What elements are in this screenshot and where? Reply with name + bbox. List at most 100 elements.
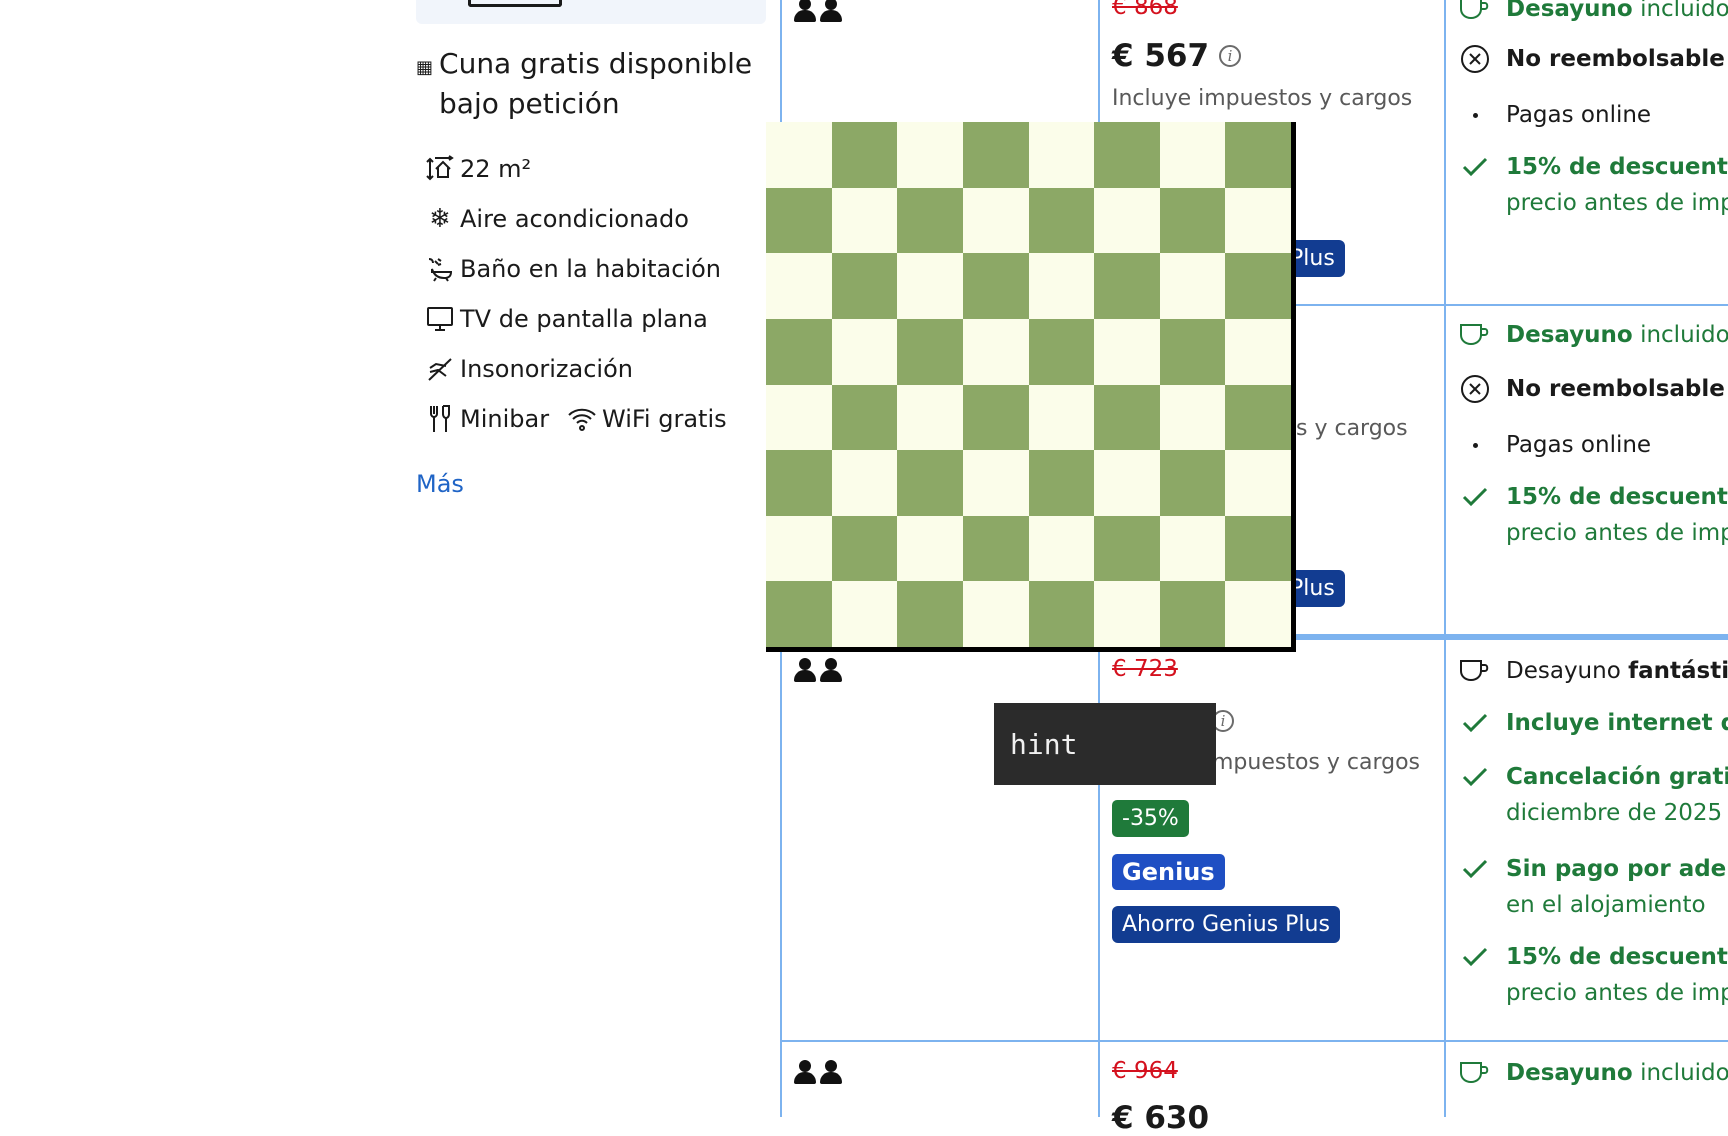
tax-note-row1: Incluye impuestos y cargos xyxy=(1112,86,1413,111)
board-square[interactable] xyxy=(766,450,832,516)
board-square[interactable] xyxy=(1225,318,1291,385)
occupancy-icon-row1 xyxy=(794,0,842,22)
board-square[interactable] xyxy=(1094,187,1160,254)
board-square[interactable] xyxy=(766,581,832,647)
board-square[interactable] xyxy=(831,581,898,647)
board-square[interactable] xyxy=(1159,253,1226,319)
info-icon[interactable]: i xyxy=(1219,45,1242,67)
board-square[interactable] xyxy=(962,384,1029,451)
board-square[interactable] xyxy=(1094,581,1160,647)
board-square[interactable] xyxy=(831,253,898,319)
board-square[interactable] xyxy=(1028,515,1095,582)
board-square[interactable] xyxy=(766,515,832,582)
board-square[interactable] xyxy=(766,318,832,385)
board-square[interactable] xyxy=(831,384,898,451)
board-square[interactable] xyxy=(897,384,963,451)
checkmark-icon xyxy=(1458,708,1492,738)
facility-bath: Baño en la habitación xyxy=(424,254,721,284)
board-square[interactable] xyxy=(897,450,963,516)
board-square[interactable] xyxy=(766,384,832,451)
board-square[interactable] xyxy=(962,253,1029,319)
board-square[interactable] xyxy=(831,122,898,188)
no-prepayment-row3: Sin pago por adela xyxy=(1458,854,1728,884)
board-square[interactable] xyxy=(1225,450,1291,516)
board-square[interactable] xyxy=(897,122,963,188)
bullet-icon xyxy=(1472,442,1478,448)
board-square[interactable] xyxy=(962,122,1029,188)
board-square[interactable] xyxy=(897,253,963,319)
board-square[interactable] xyxy=(766,122,832,188)
board-square[interactable] xyxy=(1159,581,1226,647)
board-square[interactable] xyxy=(1094,253,1160,319)
board-square[interactable] xyxy=(962,318,1029,385)
board-square[interactable] xyxy=(1028,122,1095,188)
more-facilities-link[interactable]: Más xyxy=(416,470,464,498)
discount-sub-row3: precio antes de imp xyxy=(1506,980,1728,1006)
tv-icon xyxy=(424,304,456,334)
refund-policy-row2: No reembolsable xyxy=(1458,374,1725,404)
genius-badge-row3: Genius xyxy=(1112,854,1225,890)
board-square[interactable] xyxy=(1028,581,1095,647)
board-square[interactable] xyxy=(766,187,832,254)
board-square[interactable] xyxy=(962,581,1029,647)
occupancy-icon-row4 xyxy=(794,1060,842,1084)
checkmark-icon xyxy=(1458,152,1492,182)
room-size-icon xyxy=(424,154,456,184)
coffee-cup-icon xyxy=(1458,320,1492,350)
board-square[interactable] xyxy=(962,515,1029,582)
board-square[interactable] xyxy=(962,187,1029,254)
discount-sub-row1: precio antes de imp xyxy=(1506,190,1728,216)
checkmark-icon xyxy=(1458,482,1492,512)
board-square[interactable] xyxy=(1028,253,1095,319)
board-square[interactable] xyxy=(1094,122,1160,188)
board-square[interactable] xyxy=(1225,122,1291,188)
hint-tooltip: hint xyxy=(994,703,1216,785)
checkmark-icon xyxy=(1458,762,1492,792)
old-price-row4: € 964 xyxy=(1112,1058,1178,1084)
price-row1: € 567 i xyxy=(1112,38,1242,74)
board-square[interactable] xyxy=(1225,581,1291,647)
board-square[interactable] xyxy=(1159,515,1226,582)
board-square[interactable] xyxy=(1094,450,1160,516)
board-square[interactable] xyxy=(831,515,898,582)
payment-row2: Pagas online xyxy=(1458,430,1651,460)
facility-tv: TV de pantalla plana xyxy=(424,304,708,334)
board-square[interactable] xyxy=(1094,515,1160,582)
board-square[interactable] xyxy=(1225,384,1291,451)
board-square[interactable] xyxy=(1028,187,1095,254)
board-square[interactable] xyxy=(1028,384,1095,451)
refund-policy-row1: No reembolsable xyxy=(1458,44,1725,74)
board-square[interactable] xyxy=(1159,450,1226,516)
board-square[interactable] xyxy=(897,581,963,647)
board-square[interactable] xyxy=(766,253,832,319)
board-square[interactable] xyxy=(1094,318,1160,385)
crib-note: ▦ Cuna gratis disponible bajo petición xyxy=(416,44,756,124)
board-square[interactable] xyxy=(1225,187,1291,254)
breakfast-row3: Desayuno fantástic xyxy=(1458,656,1728,686)
board-square[interactable] xyxy=(1028,318,1095,385)
board-square[interactable] xyxy=(897,187,963,254)
board-square[interactable] xyxy=(831,318,898,385)
breakfast-row4: Desayuno incluido xyxy=(1458,1058,1728,1088)
board-square[interactable] xyxy=(1225,253,1291,319)
board-square[interactable] xyxy=(897,318,963,385)
board-square[interactable] xyxy=(831,450,898,516)
board-square[interactable] xyxy=(897,515,963,582)
board-square[interactable] xyxy=(831,187,898,254)
board-square[interactable] xyxy=(962,450,1029,516)
crib-icon: ▦ xyxy=(416,57,434,78)
board-square[interactable] xyxy=(1159,187,1226,254)
board-square[interactable] xyxy=(1159,384,1226,451)
bed-icon xyxy=(468,0,562,7)
internet-row3: Incluye internet de xyxy=(1458,708,1728,738)
checkmark-icon xyxy=(1458,942,1492,972)
board-square[interactable] xyxy=(1159,318,1226,385)
board-square[interactable] xyxy=(1028,450,1095,516)
board-square[interactable] xyxy=(1159,122,1226,188)
board-square[interactable] xyxy=(1225,515,1291,582)
minibar-icon xyxy=(424,404,456,434)
board-square[interactable] xyxy=(1094,384,1160,451)
checkerboard-overlay[interactable] xyxy=(766,122,1296,652)
discount-row1: 15% de descuento xyxy=(1458,152,1728,182)
genius-plus-badge-row3: Ahorro Genius Plus xyxy=(1112,906,1340,943)
